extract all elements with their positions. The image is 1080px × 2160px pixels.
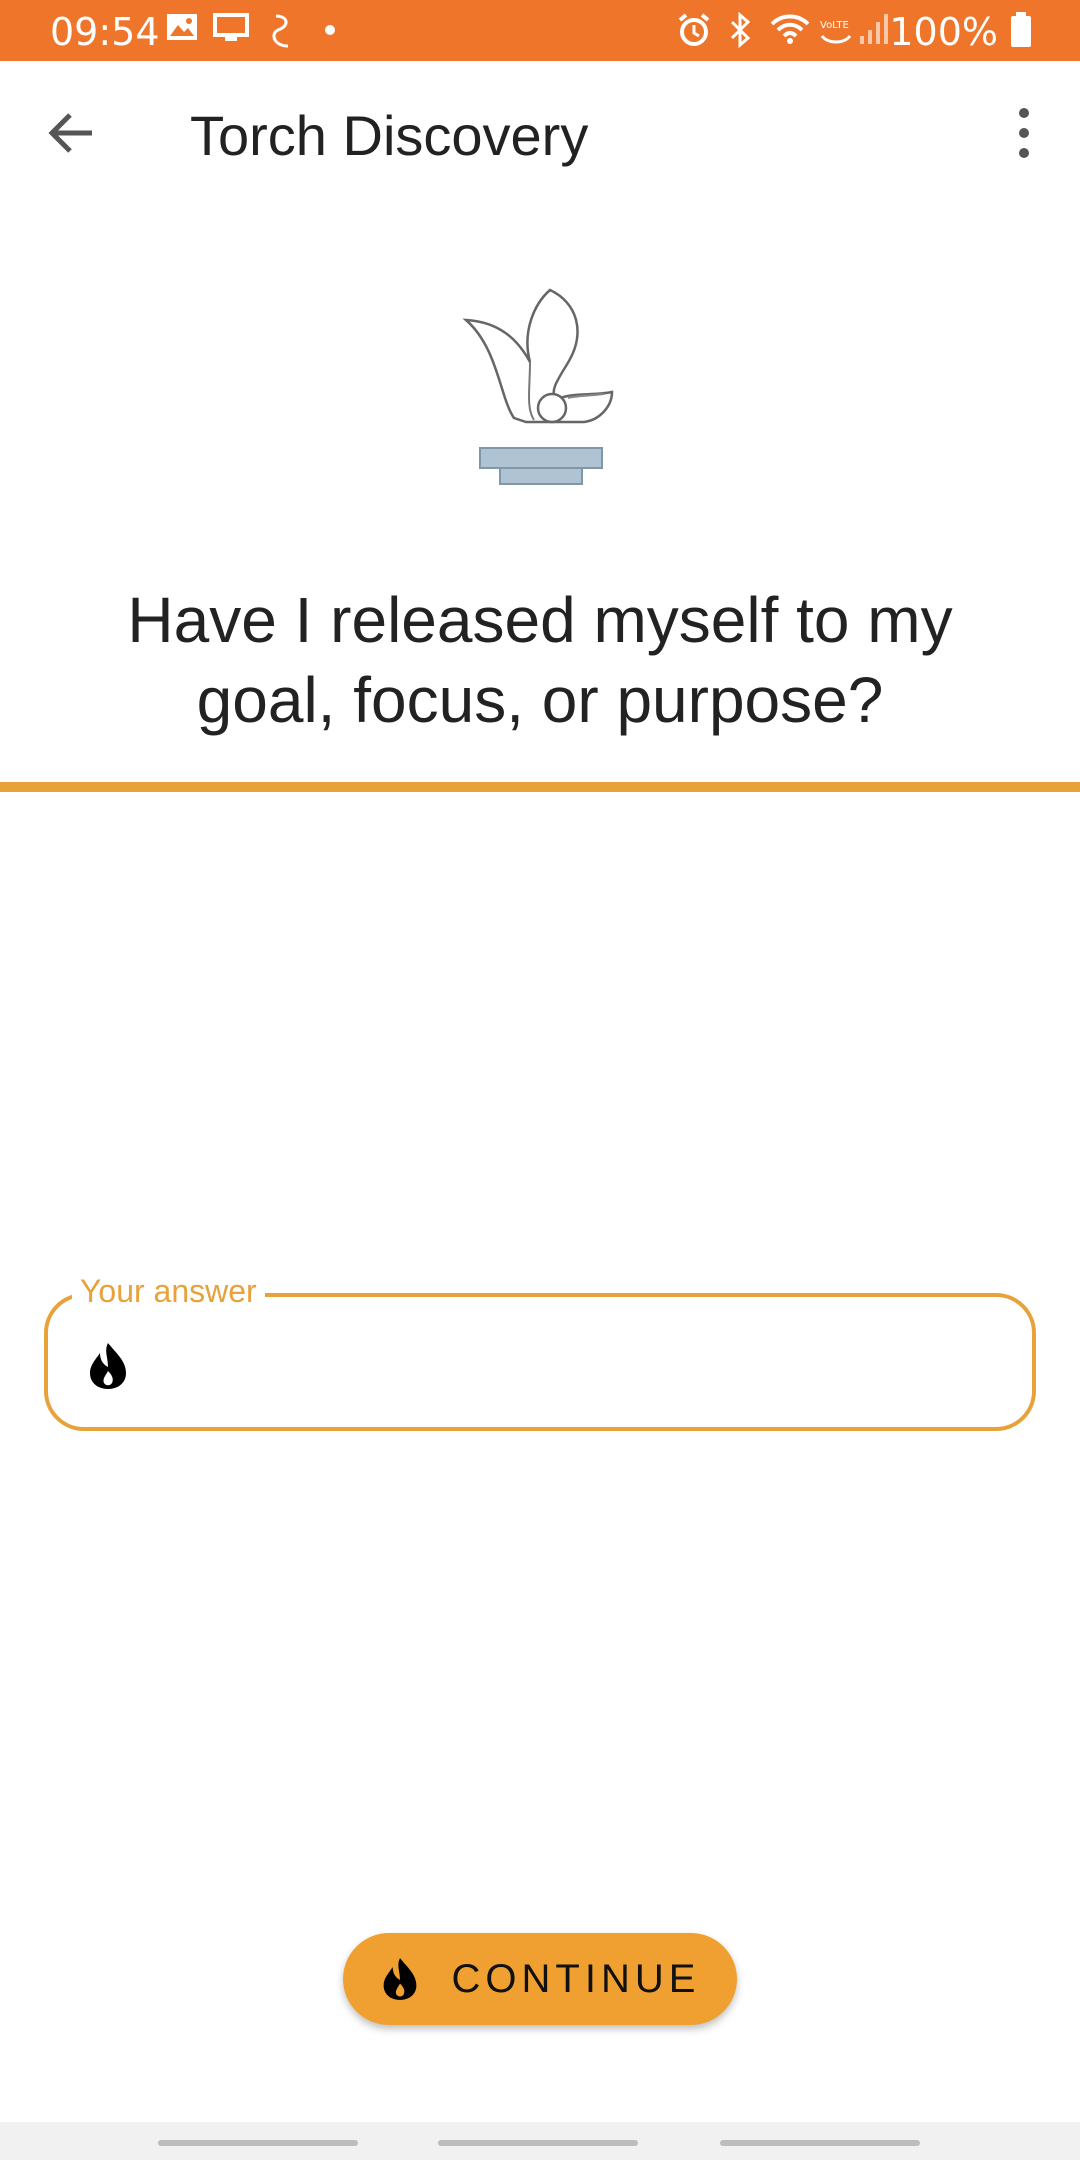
samsung-health-icon <box>272 14 289 48</box>
more-options-button[interactable] <box>992 101 1056 165</box>
battery-percent: 100% <box>889 10 998 54</box>
page-title: Torch Discovery <box>190 104 589 167</box>
torch-logo <box>460 288 620 488</box>
alarm-icon <box>678 13 710 46</box>
flame-icon <box>383 1958 416 2000</box>
continue-button[interactable]: CONTINUE <box>343 1933 737 2025</box>
nav-recents-button[interactable] <box>158 2140 358 2146</box>
signal-icon <box>860 14 888 44</box>
wifi-icon <box>770 14 810 44</box>
nav-home-button[interactable] <box>438 2140 638 2146</box>
status-bar: 09:54 VoLTE 100% <box>0 0 1080 61</box>
volte-icon: VoLTE <box>820 20 852 44</box>
dot-icon <box>325 25 335 35</box>
status-time: 09:54 <box>50 10 160 54</box>
gallery-icon <box>167 14 197 40</box>
screen-cast-icon <box>213 13 249 41</box>
answer-label: Your answer <box>72 1273 265 1310</box>
bluetooth-icon <box>730 12 751 48</box>
navigation-bar <box>0 2122 1080 2160</box>
answer-field[interactable]: Your answer <box>44 1273 1036 1431</box>
back-button[interactable] <box>40 101 104 165</box>
svg-text:VoLTE: VoLTE <box>820 20 849 31</box>
arrow-back-icon <box>48 113 92 153</box>
continue-label: CONTINUE <box>451 1956 701 2001</box>
answer-input[interactable] <box>158 1327 1002 1399</box>
more-vert-icon <box>1019 108 1029 158</box>
nav-back-button[interactable] <box>720 2140 920 2146</box>
app-bar: Torch Discovery <box>0 61 1080 205</box>
torch-logo-icon <box>462 288 614 485</box>
battery-icon <box>1011 12 1031 47</box>
question-text: Have I released myself to my goal, focus… <box>127 584 953 736</box>
divider <box>0 782 1080 792</box>
flame-icon <box>90 1343 126 1389</box>
